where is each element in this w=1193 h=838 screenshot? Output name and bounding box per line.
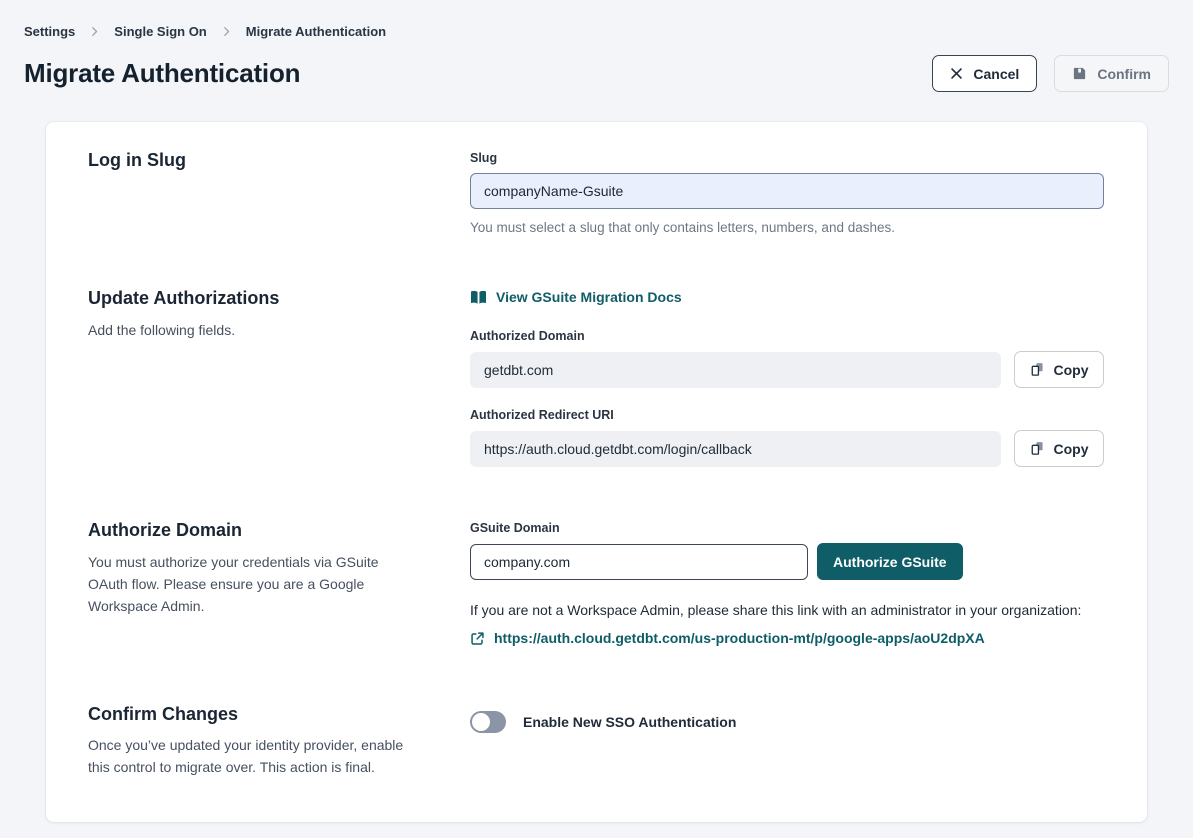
- settings-card: Log in Slug Slug You must select a slug …: [46, 122, 1147, 822]
- section-login-slug: Log in Slug Slug You must select a slug …: [88, 149, 1104, 235]
- page: Settings Single Sign On Migrate Authenti…: [0, 0, 1193, 838]
- section-confirm-changes: Confirm Changes Once you’ve updated your…: [88, 703, 1104, 779]
- page-header: Migrate Authentication Cancel Confirm: [24, 55, 1169, 92]
- slug-field-label: Slug: [470, 151, 1104, 165]
- authorized-domain-value: getdbt.com: [470, 352, 1001, 388]
- section-authorize-domain: Authorize Domain You must authorize your…: [88, 519, 1104, 651]
- section-update-authorizations-fields: View GSuite Migration Docs Authorized Do…: [470, 287, 1104, 467]
- authorized-domain-label: Authorized Domain: [470, 329, 1104, 343]
- redirect-uri-block: Authorized Redirect URI https://auth.clo…: [470, 408, 1104, 467]
- cancel-button-label: Cancel: [973, 66, 1019, 82]
- copy-button-label: Copy: [1054, 362, 1089, 378]
- x-icon: [950, 67, 963, 80]
- copy-redirect-uri-button[interactable]: Copy: [1014, 430, 1104, 467]
- redirect-uri-label: Authorized Redirect URI: [470, 408, 1104, 422]
- slug-helper-text: You must select a slug that only contain…: [470, 220, 1104, 235]
- gsuite-domain-input[interactable]: [470, 544, 808, 580]
- enable-sso-toggle-row: Enable New SSO Authentication: [470, 705, 1104, 733]
- redirect-uri-row: https://auth.cloud.getdbt.com/login/call…: [470, 430, 1104, 467]
- section-confirm-changes-info: Confirm Changes Once you’ve updated your…: [88, 703, 470, 779]
- authorize-gsuite-button[interactable]: Authorize GSuite: [817, 543, 963, 580]
- save-icon: [1072, 66, 1087, 81]
- chevron-right-icon: [89, 26, 100, 37]
- admin-share-link[interactable]: https://auth.cloud.getdbt.com/us-product…: [470, 630, 985, 646]
- header-actions: Cancel Confirm: [932, 55, 1169, 92]
- redirect-uri-value: https://auth.cloud.getdbt.com/login/call…: [470, 431, 1001, 467]
- section-title: Confirm Changes: [88, 703, 422, 726]
- section-login-slug-info: Log in Slug: [88, 149, 470, 172]
- cancel-button[interactable]: Cancel: [932, 55, 1037, 92]
- authorized-domain-block: Authorized Domain getdbt.com Copy: [470, 329, 1104, 388]
- section-update-authorizations-info: Update Authorizations Add the following …: [88, 287, 470, 341]
- toggle-knob: [472, 713, 490, 731]
- section-title: Authorize Domain: [88, 519, 422, 542]
- section-login-slug-fields: Slug You must select a slug that only co…: [470, 149, 1104, 235]
- book-icon: [470, 290, 487, 305]
- chevron-right-icon: [221, 26, 232, 37]
- section-authorize-domain-info: Authorize Domain You must authorize your…: [88, 519, 470, 617]
- copy-button-label: Copy: [1054, 441, 1089, 457]
- section-description: Add the following fields.: [88, 319, 422, 341]
- gsuite-domain-row: Authorize GSuite: [470, 543, 1104, 580]
- gsuite-domain-label: GSuite Domain: [470, 521, 1104, 535]
- section-update-authorizations: Update Authorizations Add the following …: [88, 287, 1104, 467]
- authorized-domain-row: getdbt.com Copy: [470, 351, 1104, 388]
- section-title: Log in Slug: [88, 149, 422, 172]
- gsuite-migration-docs-link[interactable]: View GSuite Migration Docs: [470, 289, 682, 305]
- enable-sso-toggle-label: Enable New SSO Authentication: [523, 714, 736, 730]
- section-description: You must authorize your credentials via …: [88, 551, 422, 617]
- admin-share-link-label: https://auth.cloud.getdbt.com/us-product…: [494, 630, 985, 646]
- copy-icon: [1030, 441, 1045, 456]
- breadcrumb-item-migrate-authentication: Migrate Authentication: [246, 24, 386, 39]
- page-title: Migrate Authentication: [24, 58, 300, 89]
- section-authorize-domain-fields: GSuite Domain Authorize GSuite If you ar…: [470, 519, 1104, 651]
- breadcrumb-item-settings[interactable]: Settings: [24, 24, 75, 39]
- confirm-button[interactable]: Confirm: [1054, 55, 1169, 92]
- breadcrumb-item-single-sign-on[interactable]: Single Sign On: [114, 24, 206, 39]
- gsuite-migration-docs-link-label: View GSuite Migration Docs: [496, 289, 682, 305]
- share-link-instruction: If you are not a Workspace Admin, please…: [470, 600, 1104, 621]
- section-description: Once you’ve updated your identity provid…: [88, 734, 422, 778]
- copy-authorized-domain-button[interactable]: Copy: [1014, 351, 1104, 388]
- copy-icon: [1030, 362, 1045, 377]
- enable-sso-toggle[interactable]: [470, 711, 506, 733]
- section-title: Update Authorizations: [88, 287, 422, 310]
- confirm-button-label: Confirm: [1097, 66, 1151, 82]
- breadcrumb: Settings Single Sign On Migrate Authenti…: [24, 24, 1169, 39]
- slug-input[interactable]: [470, 173, 1104, 209]
- section-confirm-changes-fields: Enable New SSO Authentication: [470, 703, 1104, 733]
- external-link-icon: [470, 631, 485, 646]
